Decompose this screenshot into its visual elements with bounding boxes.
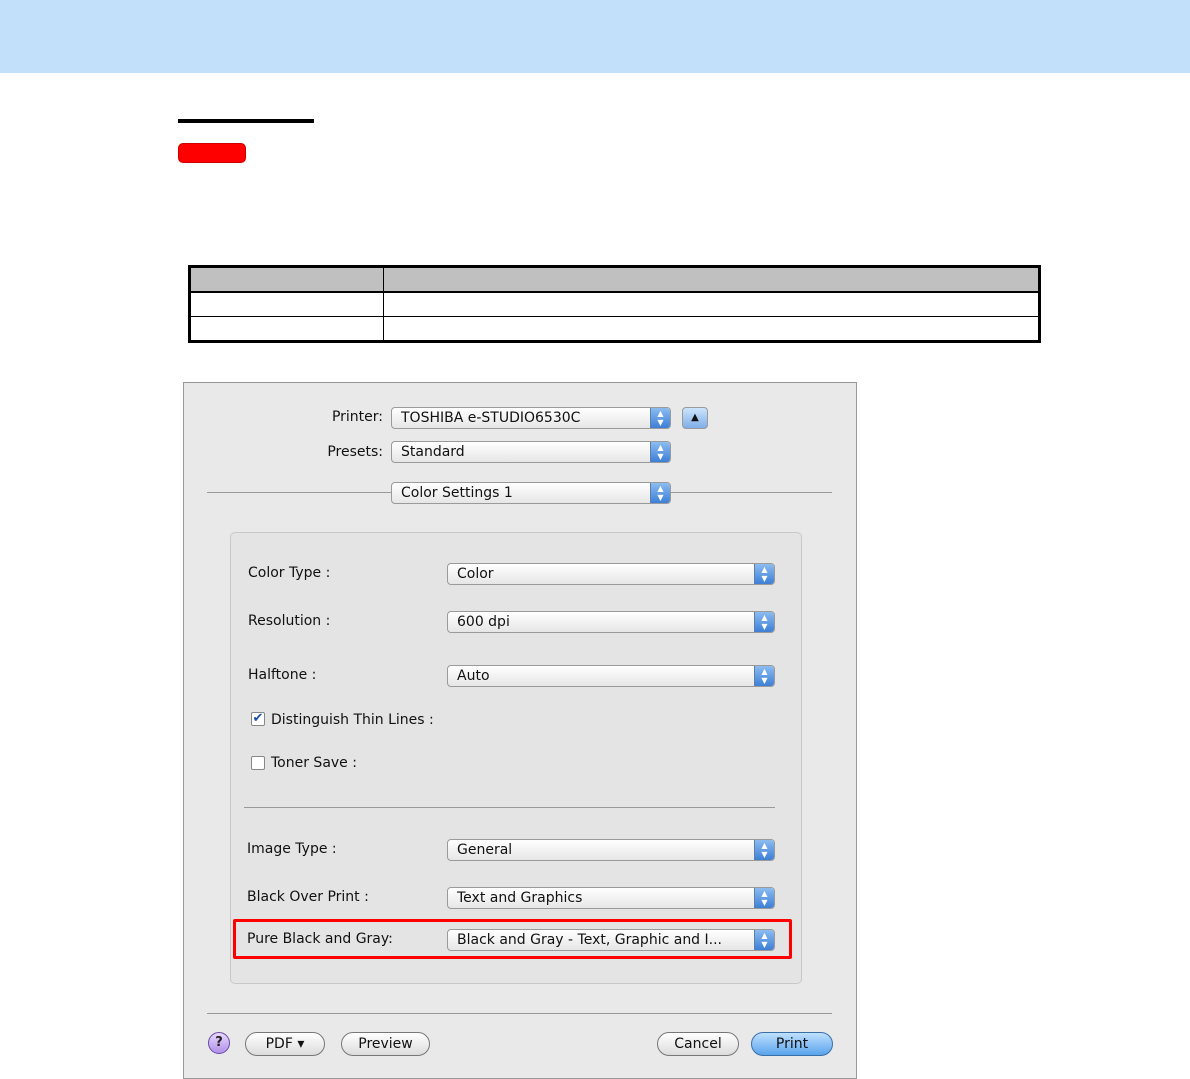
help-button[interactable]: ? — [208, 1032, 230, 1054]
updown-arrow-icon: ▲ ▼ — [650, 483, 670, 503]
updown-arrow-icon: ▲ ▼ — [754, 612, 774, 632]
print-button[interactable]: Print — [751, 1032, 833, 1056]
table-header-row — [189, 266, 1040, 293]
resolution-label: Resolution : — [248, 613, 331, 629]
printer-select[interactable]: TOSHIBA e-STUDIO6530C ▲ ▼ — [391, 407, 671, 429]
thin-lines-label: Distinguish Thin Lines : — [271, 712, 434, 728]
updown-arrow-icon: ▲ ▼ — [650, 408, 670, 428]
printer-label: Printer: — [331, 409, 383, 425]
highlight-box — [233, 919, 792, 959]
toner-save-checkbox[interactable] — [251, 756, 265, 770]
divider — [207, 1013, 832, 1014]
checkmark-icon: ✔ — [252, 711, 264, 726]
collapse-button[interactable]: ▲ — [682, 407, 708, 429]
panel-value: Color Settings 1 — [401, 485, 513, 501]
divider — [671, 492, 832, 493]
black-over-print-select[interactable]: Text and Graphics ▲ ▼ — [447, 887, 775, 909]
cancel-button[interactable]: Cancel — [657, 1032, 739, 1056]
updown-arrow-icon: ▲ ▼ — [754, 888, 774, 908]
table-row — [189, 316, 1040, 342]
image-type-value: General — [457, 842, 513, 858]
updown-arrow-icon: ▲ ▼ — [650, 442, 670, 462]
presets-value: Standard — [401, 444, 465, 460]
thin-lines-checkbox[interactable]: ✔ — [251, 712, 265, 726]
info-table — [188, 265, 1041, 343]
color-type-select[interactable]: Color ▲ ▼ — [447, 563, 775, 585]
presets-label: Presets: — [327, 444, 383, 460]
panel-select[interactable]: Color Settings 1 ▲ ▼ — [391, 482, 671, 504]
color-type-value: Color — [457, 566, 494, 582]
divider — [207, 492, 391, 493]
resolution-value: 600 dpi — [457, 614, 510, 630]
image-type-label: Image Type : — [247, 841, 337, 857]
updown-arrow-icon: ▲ ▼ — [754, 564, 774, 584]
halftone-label: Halftone : — [248, 667, 317, 683]
preview-button[interactable]: Preview — [341, 1032, 430, 1056]
red-label-badge — [178, 143, 246, 163]
pdf-button[interactable]: PDF ▾ — [245, 1032, 325, 1056]
updown-arrow-icon: ▲ ▼ — [754, 666, 774, 686]
printer-value: TOSHIBA e-STUDIO6530C — [401, 410, 581, 426]
table-row — [189, 291, 1040, 317]
updown-arrow-icon: ▲ ▼ — [754, 840, 774, 860]
image-type-select[interactable]: General ▲ ▼ — [447, 839, 775, 861]
resolution-select[interactable]: 600 dpi ▲ ▼ — [447, 611, 775, 633]
divider — [244, 807, 775, 808]
black-over-print-label: Black Over Print : — [247, 889, 369, 905]
toner-save-label: Toner Save : — [271, 755, 357, 771]
header-band — [0, 0, 1190, 73]
presets-select[interactable]: Standard ▲ ▼ — [391, 441, 671, 463]
color-type-label: Color Type : — [248, 565, 331, 581]
halftone-select[interactable]: Auto ▲ ▼ — [447, 665, 775, 687]
heading-underline — [178, 119, 314, 123]
triangle-up-icon: ▲ — [691, 412, 699, 423]
halftone-value: Auto — [457, 668, 490, 684]
black-over-print-value: Text and Graphics — [457, 890, 583, 906]
